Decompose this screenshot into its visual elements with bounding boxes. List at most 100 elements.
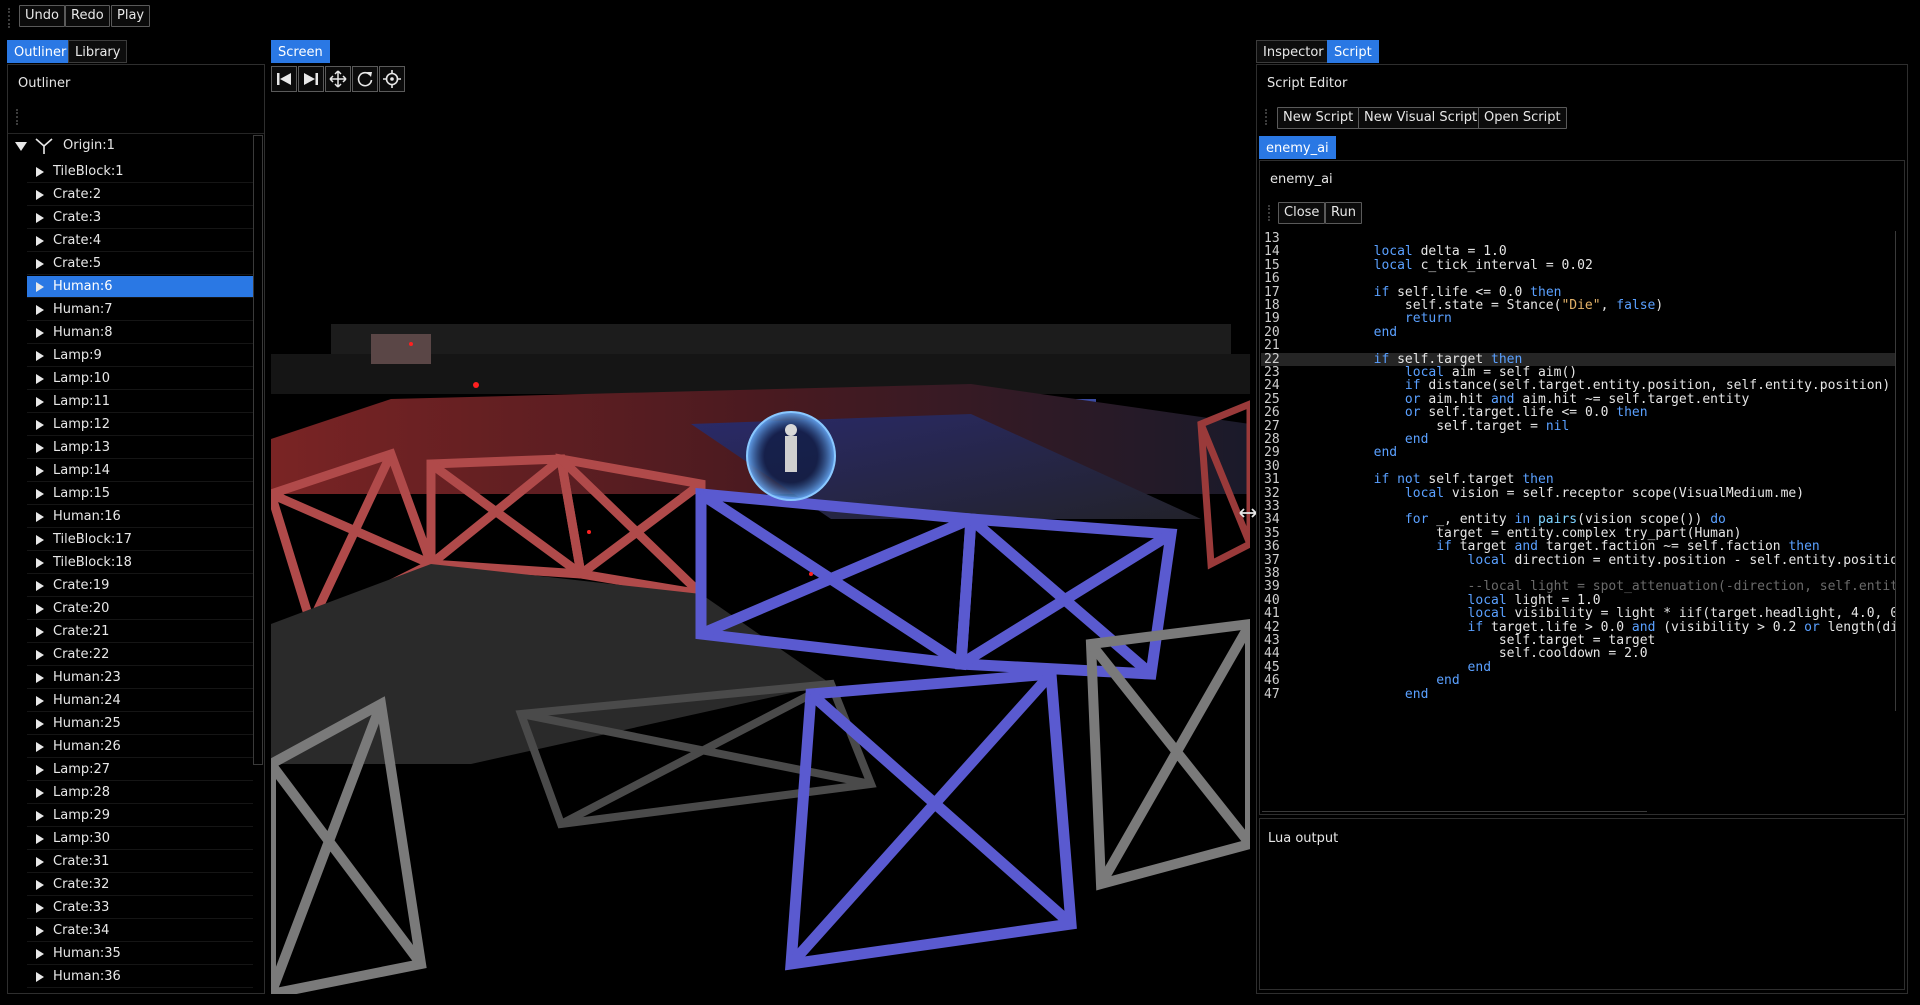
outliner-item[interactable]: TileBlock:17	[27, 529, 253, 551]
code-line[interactable]: 47 end	[1261, 687, 1895, 701]
code-line[interactable]: 16	[1261, 272, 1895, 286]
chevron-down-icon[interactable]	[15, 142, 27, 151]
code-line[interactable]: 28 end	[1261, 433, 1895, 447]
chevron-right-icon[interactable]	[36, 857, 44, 867]
code-line[interactable]: 15 local c_tick_interval = 0.02	[1261, 258, 1895, 272]
outliner-item[interactable]: Human:36	[27, 966, 253, 988]
outliner-item[interactable]: Crate:4	[27, 230, 253, 252]
move-tool-button[interactable]	[325, 66, 351, 92]
chevron-right-icon[interactable]	[36, 512, 44, 522]
chevron-right-icon[interactable]	[36, 397, 44, 407]
chevron-right-icon[interactable]	[36, 466, 44, 476]
tab-enemy-ai[interactable]: enemy_ai	[1259, 136, 1336, 159]
outliner-item[interactable]: Lamp:14	[27, 460, 253, 482]
chevron-right-icon[interactable]	[36, 880, 44, 890]
code-line[interactable]: 45 end	[1261, 660, 1895, 674]
outliner-item[interactable]: Human:16	[27, 506, 253, 528]
outliner-item[interactable]: Human:8	[27, 322, 253, 344]
chevron-right-icon[interactable]	[36, 420, 44, 430]
outliner-item[interactable]: Crate:3	[27, 207, 253, 229]
tab-inspector[interactable]: Inspector	[1256, 40, 1331, 63]
code-line[interactable]: 21	[1261, 339, 1895, 353]
code-line[interactable]: 14 local delta = 1.0	[1261, 245, 1895, 259]
chevron-right-icon[interactable]	[36, 351, 44, 361]
code-line[interactable]: 34 for _, entity in pairs(vision scope()…	[1261, 513, 1895, 527]
chevron-right-icon[interactable]	[36, 742, 44, 752]
code-line[interactable]: 23 local aim = self aim()	[1261, 366, 1895, 380]
chevron-right-icon[interactable]	[36, 489, 44, 499]
outliner-item[interactable]: Lamp:29	[27, 805, 253, 827]
code-line[interactable]: 17 if self.life <= 0.0 then	[1261, 285, 1895, 299]
chevron-right-icon[interactable]	[36, 972, 44, 982]
chevron-right-icon[interactable]	[36, 719, 44, 729]
chevron-right-icon[interactable]	[36, 259, 44, 269]
chevron-right-icon[interactable]	[36, 949, 44, 959]
chevron-right-icon[interactable]	[36, 190, 44, 200]
code-line[interactable]: 33	[1261, 500, 1895, 514]
chevron-right-icon[interactable]	[36, 696, 44, 706]
code-line[interactable]: 31 if not self.target then	[1261, 473, 1895, 487]
code-scrollbar[interactable]	[1895, 231, 1904, 711]
outliner-item[interactable]: TileBlock:18	[27, 552, 253, 574]
chevron-right-icon[interactable]	[36, 903, 44, 913]
outliner-item[interactable]: Crate:31	[27, 851, 253, 873]
outliner-item[interactable]: Human:25	[27, 713, 253, 735]
code-line[interactable]: 46 end	[1261, 674, 1895, 688]
outliner-item[interactable]: Lamp:28	[27, 782, 253, 804]
outliner-item[interactable]: Crate:34	[27, 920, 253, 942]
chevron-right-icon[interactable]	[36, 834, 44, 844]
play-button[interactable]: Play	[111, 5, 151, 27]
chevron-right-icon[interactable]	[36, 926, 44, 936]
skip-forward-button[interactable]	[298, 66, 324, 92]
code-line[interactable]: 44 self.cooldown = 2.0	[1261, 647, 1895, 661]
new-script-button[interactable]: New Script	[1277, 107, 1360, 129]
skip-back-button[interactable]	[271, 66, 297, 92]
new-visual-script-button[interactable]: New Visual Script	[1358, 107, 1484, 129]
code-line[interactable]: 39 --local light = spot_attenuation(-dir…	[1261, 580, 1895, 594]
open-script-button[interactable]: Open Script	[1478, 107, 1567, 129]
tab-screen[interactable]: Screen	[271, 40, 330, 63]
outliner-item[interactable]: Lamp:13	[27, 437, 253, 459]
chevron-right-icon[interactable]	[36, 627, 44, 637]
outliner-item[interactable]: Crate:21	[27, 621, 253, 643]
chevron-right-icon[interactable]	[36, 558, 44, 568]
chevron-right-icon[interactable]	[36, 236, 44, 246]
chevron-right-icon[interactable]	[36, 788, 44, 798]
chevron-right-icon[interactable]	[36, 443, 44, 453]
script-file-grip[interactable]	[1268, 205, 1274, 221]
code-line[interactable]: 24 if distance(self.target.entity.positi…	[1261, 379, 1895, 393]
viewport[interactable]	[271, 64, 1250, 994]
code-line[interactable]: 27 self.target = nil	[1261, 419, 1895, 433]
code-line[interactable]: 42 if target.life > 0.0 and (visibility …	[1261, 620, 1895, 634]
code-line[interactable]: 20 end	[1261, 325, 1895, 339]
outliner-item[interactable]: Crate:20	[27, 598, 253, 620]
code-line[interactable]: 38	[1261, 567, 1895, 581]
toolbar-grip[interactable]	[8, 8, 14, 28]
outliner-item[interactable]: Human:35	[27, 943, 253, 965]
code-line[interactable]: 13	[1261, 232, 1895, 245]
outliner-item[interactable]: Human:6	[27, 276, 253, 298]
code-line[interactable]: 37 local direction = entity.position - s…	[1261, 553, 1895, 567]
undo-button[interactable]: Undo	[19, 5, 65, 27]
chevron-right-icon[interactable]	[36, 535, 44, 545]
code-editor[interactable]: 13 14 local delta = 1.0 15 local c_tick_in…	[1261, 232, 1895, 812]
chevron-right-icon[interactable]	[36, 811, 44, 821]
rotate-tool-button[interactable]	[352, 66, 378, 92]
redo-button[interactable]: Redo	[65, 5, 110, 27]
outliner-item[interactable]: Crate:22	[27, 644, 253, 666]
panel-resize-handle[interactable]	[1238, 505, 1258, 521]
outliner-item[interactable]: Human:24	[27, 690, 253, 712]
chevron-right-icon[interactable]	[36, 213, 44, 223]
outliner-item[interactable]: TileBlock:1	[27, 161, 253, 183]
chevron-right-icon[interactable]	[36, 374, 44, 384]
run-script-button[interactable]: Run	[1325, 202, 1362, 224]
outliner-item[interactable]: Lamp:15	[27, 483, 253, 505]
outliner-item[interactable]: Lamp:12	[27, 414, 253, 436]
code-line[interactable]: 25 or aim.hit and aim.hit ~= self.target…	[1261, 392, 1895, 406]
outliner-item[interactable]: Lamp:11	[27, 391, 253, 413]
tab-outliner[interactable]: Outliner	[7, 40, 74, 63]
close-script-button[interactable]: Close	[1278, 202, 1326, 224]
code-line[interactable]: 40 local light = 1.0	[1261, 593, 1895, 607]
code-line[interactable]: 36 if target and target.faction ~= self.…	[1261, 540, 1895, 554]
script-toolbar-grip[interactable]	[1265, 109, 1271, 125]
